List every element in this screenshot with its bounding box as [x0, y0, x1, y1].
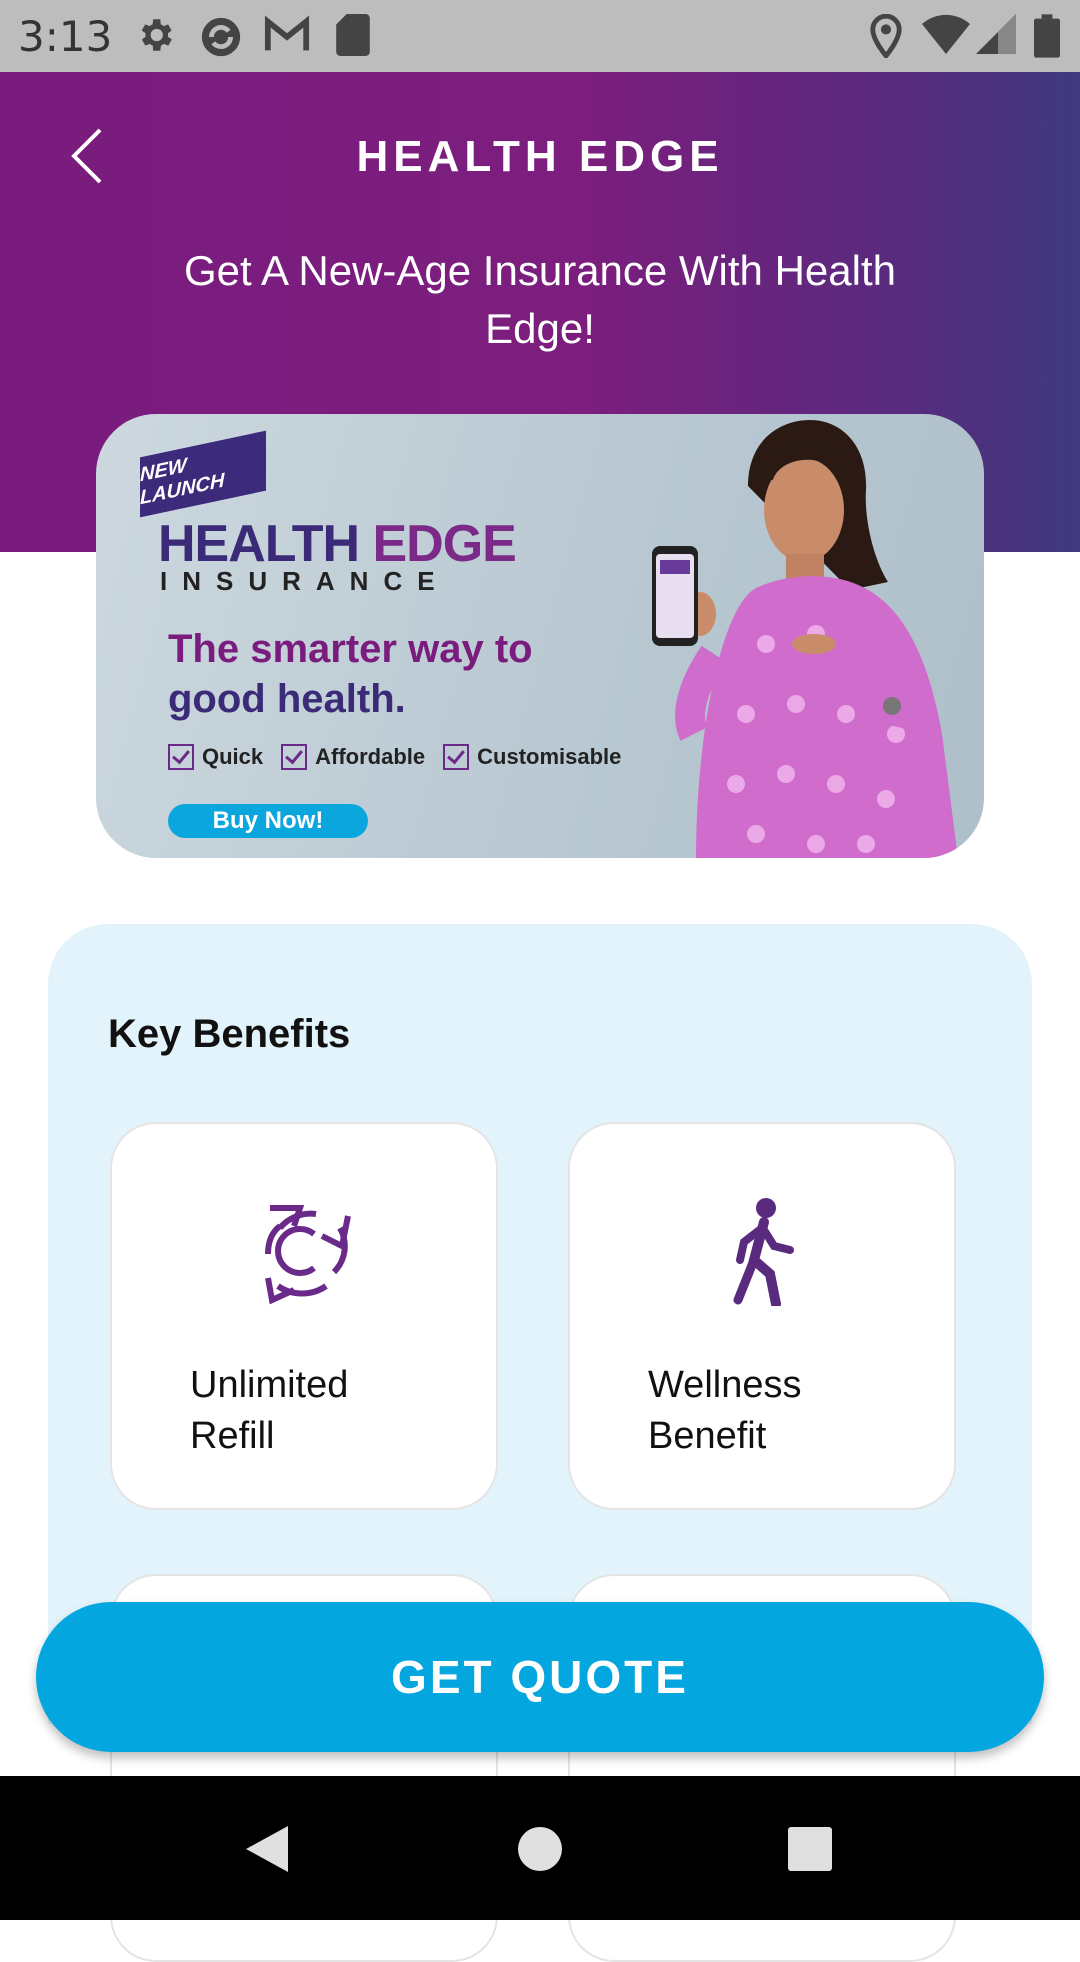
- gear-icon: [141, 19, 172, 51]
- woman-with-phone-image: [652, 420, 958, 858]
- sd-card-icon: [336, 14, 370, 56]
- walking-person-icon: [733, 1198, 794, 1306]
- brand-accent-word: EDGE: [372, 515, 516, 573]
- benefit-label: Unlimited Refill: [190, 1364, 349, 1457]
- tagline-line-2: good health.: [168, 677, 406, 721]
- feature-label: Quick: [202, 744, 264, 769]
- feature-item: Customisable: [443, 744, 621, 770]
- new-launch-badge: NEW LAUNCH: [140, 430, 266, 518]
- battery-icon: [1034, 14, 1060, 58]
- status-time: 3:13: [18, 12, 113, 61]
- refill-cycle-icon: [265, 1205, 351, 1305]
- nav-back-icon[interactable]: [234, 1814, 304, 1884]
- status-bar: 3:13: [0, 0, 1080, 72]
- banner-brand: HEALTH EDGE: [158, 514, 517, 574]
- benefit-card-wellness-benefit[interactable]: Wellness Benefit: [568, 1122, 956, 1510]
- get-quote-button[interactable]: GET QUOTE: [36, 1602, 1044, 1752]
- feature-label: Customisable: [477, 744, 622, 769]
- sync-icon: [201, 17, 241, 57]
- page-title: HEALTH EDGE: [356, 132, 724, 181]
- wifi-icon: [922, 14, 970, 54]
- checkbox-icon: [443, 744, 470, 770]
- feature-item: Quick: [168, 744, 263, 770]
- signal-icon: [976, 14, 1016, 54]
- feature-label: Affordable: [315, 744, 426, 769]
- checkbox-icon: [168, 744, 194, 770]
- page-subtitle: Get A New-Age Insurance With Health Edge…: [183, 247, 896, 352]
- checkbox-icon: [281, 744, 308, 770]
- benefit-label: Wellness Benefit: [648, 1364, 802, 1457]
- location-icon: [870, 14, 902, 58]
- brand-subtitle: INSURANCE: [160, 566, 450, 596]
- navigation-bar: [0, 1776, 1080, 1920]
- nav-home-icon[interactable]: [505, 1814, 575, 1884]
- promo-banner[interactable]: NEW LAUNCH HEALTH EDGE INSURANCE The sma…: [96, 414, 984, 858]
- brand-word: HEALTH: [158, 515, 360, 573]
- buy-now-button[interactable]: Buy Now!: [168, 804, 368, 838]
- tagline-line-1: The smarter way to: [168, 627, 533, 671]
- banner-features: Quick Affordable Customisable: [168, 744, 621, 770]
- nav-recents-icon[interactable]: [775, 1814, 845, 1884]
- feature-item: Affordable: [281, 744, 425, 770]
- key-benefits-heading: Key Benefits: [108, 1012, 351, 1056]
- gmail-icon: [264, 15, 310, 51]
- banner-tagline: The smarter way to good health.: [168, 624, 608, 724]
- benefit-card-unlimited-refill[interactable]: Unlimited Refill: [110, 1122, 498, 1510]
